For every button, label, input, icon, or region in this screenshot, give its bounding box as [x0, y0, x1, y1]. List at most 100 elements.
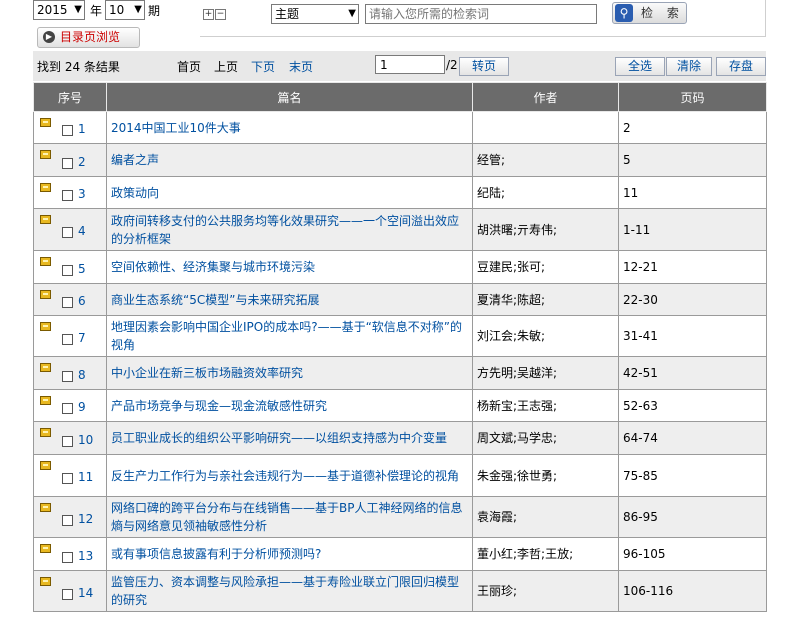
search-icon: ⚲: [615, 4, 633, 22]
article-title-link[interactable]: 政府间转移支付的公共服务均等化效果研究——一个空间溢出效应的分析框架: [111, 214, 459, 246]
title-cell: 中小企业在新三板市场融资效率研究: [106, 356, 473, 390]
search-button[interactable]: ⚲ 检 索: [612, 2, 687, 24]
article-title-link[interactable]: 或有事项信息披露有利于分析师预测吗?: [111, 547, 321, 561]
journal-icon[interactable]: [40, 577, 51, 586]
row-checkbox[interactable]: [62, 403, 73, 414]
page-number-input[interactable]: [375, 55, 445, 74]
journal-icon[interactable]: [40, 215, 51, 224]
article-title-link[interactable]: 产品市场竞争与现金—现金流敏感性研究: [111, 399, 327, 413]
first-page-link[interactable]: 首页: [177, 58, 201, 75]
index-cell: 5: [33, 250, 107, 284]
toc-icon: ▶: [43, 31, 55, 43]
article-title-link[interactable]: 员工职业成长的组织公平影响研究——以组织支持感为中介变量: [111, 431, 447, 445]
row-checkbox[interactable]: [62, 371, 73, 382]
row-number[interactable]: 5: [78, 260, 86, 278]
toc-browse-button[interactable]: ▶ 目录页浏览: [37, 27, 140, 48]
table-row: 14 监管压力、资本调整与风险承担——基于寿险业联立门限回归模型的研究 王丽珍; 10…: [33, 570, 767, 612]
row-number[interactable]: 3: [78, 185, 86, 203]
row-checkbox[interactable]: [62, 589, 73, 600]
author-cell: [472, 111, 619, 144]
row-number[interactable]: 2: [78, 153, 86, 171]
collapse-icon[interactable]: −: [215, 9, 226, 20]
table-row: 9 产品市场竞争与现金—现金流敏感性研究 杨新宝;王志强; 52-63: [33, 389, 767, 422]
divider: [765, 0, 766, 37]
journal-icon[interactable]: [40, 544, 51, 553]
issue-select[interactable]: 10 ▼: [105, 0, 145, 20]
row-number[interactable]: 11: [78, 468, 93, 486]
article-title-link[interactable]: 中小企业在新三板市场融资效率研究: [111, 366, 303, 380]
journal-icon[interactable]: [40, 290, 51, 299]
row-checkbox[interactable]: [62, 436, 73, 447]
journal-icon[interactable]: [40, 183, 51, 192]
pages-cell: 75-85: [618, 454, 767, 497]
search-field-select[interactable]: 主题 ▼: [271, 4, 359, 24]
row-number[interactable]: 13: [78, 547, 93, 565]
row-checkbox[interactable]: [62, 190, 73, 201]
row-number[interactable]: 14: [78, 584, 93, 602]
table-row: 1 2014中国工业10件大事 2: [33, 111, 767, 144]
select-all-button[interactable]: 全选: [615, 57, 665, 76]
title-cell: 政府间转移支付的公共服务均等化效果研究——一个空间溢出效应的分析框架: [106, 208, 473, 251]
row-checkbox[interactable]: [62, 158, 73, 169]
index-cell: 9: [33, 389, 107, 422]
title-cell: 政策动向: [106, 176, 473, 209]
index-cell: 1: [33, 111, 107, 144]
row-checkbox[interactable]: [62, 515, 73, 526]
article-title-link[interactable]: 商业生态系统“5C模型”与未来研究拓展: [111, 293, 319, 307]
row-checkbox[interactable]: [62, 125, 73, 136]
article-title-link[interactable]: 反生产力工作行为与亲社会违规行为——基于道德补偿理论的视角: [111, 469, 459, 483]
next-page-link[interactable]: 下页: [251, 58, 275, 75]
article-title-link[interactable]: 空间依赖性、经济集聚与城市环境污染: [111, 260, 315, 274]
author-cell: 经管;: [472, 143, 619, 177]
article-title-link[interactable]: 网络口碑的跨平台分布与在线销售——基于BP人工神经网络的信息熵与网络意见领袖敏感…: [111, 501, 462, 533]
title-cell: 员工职业成长的组织公平影响研究——以组织支持感为中介变量: [106, 421, 473, 455]
row-number[interactable]: 6: [78, 292, 86, 310]
index-cell: 2: [33, 143, 107, 177]
row-number[interactable]: 7: [78, 329, 86, 347]
clear-button[interactable]: 清除: [666, 57, 712, 76]
article-title-link[interactable]: 政策动向: [111, 186, 159, 200]
article-title-link[interactable]: 地理因素会影响中国企业IPO的成本吗?——基于“软信息不对称”的视角: [111, 320, 462, 352]
last-page-link[interactable]: 末页: [289, 58, 313, 75]
table-row: 10 员工职业成长的组织公平影响研究——以组织支持感为中介变量 周文斌;马学忠; 64…: [33, 421, 767, 455]
row-number[interactable]: 4: [78, 222, 86, 240]
goto-page-button[interactable]: 转页: [459, 57, 509, 76]
journal-icon[interactable]: [40, 428, 51, 437]
author-cell: 夏清华;陈超;: [472, 283, 619, 316]
prev-page-link[interactable]: 上页: [214, 58, 238, 75]
journal-icon[interactable]: [40, 503, 51, 512]
row-checkbox[interactable]: [62, 227, 73, 238]
issue-label: 期: [148, 4, 161, 18]
row-checkbox[interactable]: [62, 265, 73, 276]
journal-icon[interactable]: [40, 118, 51, 127]
author-cell: 杨新宝;王志强;: [472, 389, 619, 422]
article-title-link[interactable]: 编者之声: [111, 153, 159, 167]
article-title-link[interactable]: 监管压力、资本调整与风险承担——基于寿险业联立门限回归模型的研究: [111, 575, 459, 607]
table-row: 11 反生产力工作行为与亲社会违规行为——基于道德补偿理论的视角 朱金强;徐世勇; 7…: [33, 454, 767, 497]
index-cell: 3: [33, 176, 107, 209]
year-select[interactable]: 2015 ▼: [33, 0, 85, 20]
save-button[interactable]: 存盘: [716, 57, 766, 76]
journal-icon[interactable]: [40, 363, 51, 372]
row-number[interactable]: 10: [78, 431, 93, 449]
journal-icon[interactable]: [40, 396, 51, 405]
row-checkbox[interactable]: [62, 552, 73, 563]
row-number[interactable]: 8: [78, 366, 86, 384]
index-cell: 13: [33, 537, 107, 571]
row-number[interactable]: 9: [78, 398, 86, 416]
expand-icon[interactable]: +: [203, 9, 214, 20]
row-checkbox[interactable]: [62, 334, 73, 345]
row-checkbox[interactable]: [62, 297, 73, 308]
journal-icon[interactable]: [40, 257, 51, 266]
author-cell: 王丽珍;: [472, 570, 619, 612]
search-input[interactable]: [365, 4, 597, 24]
row-number[interactable]: 1: [78, 120, 86, 138]
year-value: 2015: [37, 3, 68, 17]
journal-icon[interactable]: [40, 150, 51, 159]
row-checkbox[interactable]: [62, 473, 73, 484]
journal-icon[interactable]: [40, 461, 51, 470]
article-title-link[interactable]: 2014中国工业10件大事: [111, 121, 241, 135]
journal-icon[interactable]: [40, 322, 51, 331]
row-number[interactable]: 12: [78, 510, 93, 528]
title-cell: 产品市场竞争与现金—现金流敏感性研究: [106, 389, 473, 422]
